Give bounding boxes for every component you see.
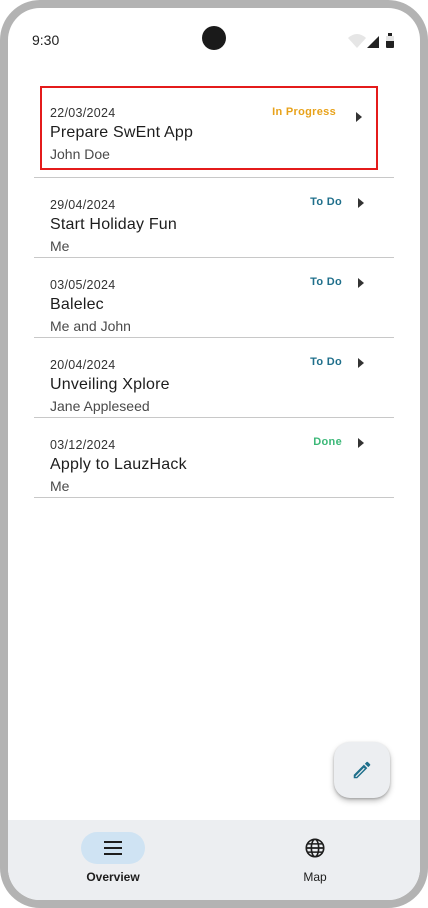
chevron-right-icon[interactable] — [358, 358, 364, 368]
chevron-right-icon[interactable] — [356, 112, 362, 122]
task-title: Unveiling Xplore — [50, 376, 170, 393]
task-title: Apply to LauzHack — [50, 456, 187, 473]
task-date: 29/04/2024 — [50, 198, 116, 212]
bottom-navigation: Overview Map — [8, 820, 420, 900]
task-item[interactable]: 20/04/2024 Unveiling Xplore Jane Applese… — [34, 338, 394, 418]
status-time: 9:30 — [32, 32, 60, 48]
task-assignee: John Doe — [50, 146, 110, 162]
task-status-badge: Done — [313, 436, 342, 448]
task-status-badge: To Do — [310, 196, 342, 208]
task-assignee: Jane Appleseed — [50, 398, 150, 414]
task-date: 03/05/2024 — [50, 278, 116, 292]
chevron-right-icon[interactable] — [358, 198, 364, 208]
task-title: Balelec — [50, 296, 104, 313]
chevron-right-icon[interactable] — [358, 278, 364, 288]
task-date: 03/12/2024 — [50, 438, 116, 452]
task-item[interactable]: 03/05/2024 Balelec Me and John To Do — [34, 258, 394, 338]
chevron-right-icon[interactable] — [358, 438, 364, 448]
task-status-badge: To Do — [310, 356, 342, 368]
task-list: 22/03/2024 Prepare SwEnt App John Doe In… — [34, 86, 394, 176]
task-item[interactable]: 29/04/2024 Start Holiday Fun Me To Do — [34, 178, 394, 258]
task-list-rest: 29/04/2024 Start Holiday Fun Me To Do 03… — [34, 178, 394, 498]
task-assignee: Me and John — [50, 318, 131, 334]
task-assignee: Me — [50, 238, 70, 254]
task-assignee: Me — [50, 478, 70, 494]
task-title: Prepare SwEnt App — [50, 124, 194, 141]
task-item[interactable]: 03/12/2024 Apply to LauzHack Me Done — [34, 418, 394, 498]
camera-cutout — [202, 26, 226, 50]
pencil-icon — [353, 761, 371, 779]
task-date: 20/04/2024 — [50, 358, 116, 372]
wifi-signal-battery-icon — [348, 33, 394, 48]
nav-active-indicator — [81, 832, 145, 864]
task-status-badge: To Do — [310, 276, 342, 288]
nav-label-overview: Overview — [86, 870, 140, 884]
status-icons — [348, 32, 398, 50]
status-bar: 9:30 — [8, 8, 420, 72]
phone-screen: 9:30 22/03/2024 Prepare SwEnt App John D… — [8, 8, 420, 900]
menu-icon — [104, 841, 122, 855]
edit-fab-button[interactable] — [334, 742, 390, 798]
nav-label-map: Map — [303, 870, 327, 884]
task-item[interactable]: 22/03/2024 Prepare SwEnt App John Doe In… — [40, 86, 378, 170]
task-date: 22/03/2024 — [50, 106, 116, 120]
task-status-badge: In Progress — [272, 106, 336, 118]
device-frame: 9:30 22/03/2024 Prepare SwEnt App John D… — [0, 0, 428, 908]
globe-icon — [305, 838, 325, 858]
nav-item-map[interactable]: Map — [210, 820, 416, 900]
task-title: Start Holiday Fun — [50, 216, 178, 233]
nav-icon-container — [283, 832, 347, 864]
nav-item-overview[interactable]: Overview — [8, 820, 214, 900]
